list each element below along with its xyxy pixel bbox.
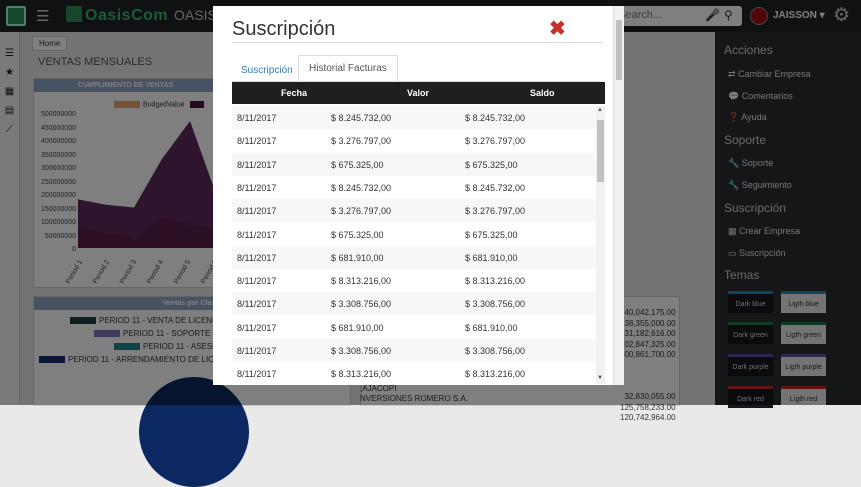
table-row[interactable]: 8/11/2017 $ 681.910,00 $ 681.910,00 (232, 315, 596, 339)
cell-fecha: 8/11/2017 (237, 322, 277, 333)
cell-valor: $ 8.313.216,00 (331, 276, 392, 287)
divider (232, 42, 603, 43)
table-header: Fecha Valor Saldo (232, 82, 605, 104)
invoice-table-body: 8/11/2017 $ 8.313.216,00 $ 8.313.216,00 8/1… (232, 106, 605, 384)
cell-saldo: $ 8.313.216,00 (465, 369, 526, 380)
cell-valor: $ 8.313.216,00 (331, 369, 392, 380)
table-row[interactable]: 8/11/2017 $ 3.276.797,00 $ 3.276.797,00 (232, 199, 596, 223)
subscription-modal: Suscripción ✖ Suscripción Historial Fact… (213, 6, 624, 385)
modal-scrollbar[interactable] (613, 6, 624, 385)
table-row[interactable]: 8/11/2017 $ 8.245.732,00 $ 8.245.732,00 (232, 106, 596, 129)
cell-saldo: $ 8.245.732,00 (465, 113, 526, 123)
cell-fecha: 8/11/2017 (237, 299, 277, 310)
cell-fecha: 8/11/2017 (237, 182, 277, 193)
table-row[interactable]: 8/11/2017 $ 8.313.216,00 $ 8.313.216,00 (232, 362, 596, 384)
cell-valor: $ 675.325,00 (331, 229, 384, 240)
list-value: 120,742,964.00 (620, 413, 676, 422)
cell-valor: $ 3.276.797,00 (331, 206, 392, 217)
scroll-up-icon[interactable]: ▲ (597, 107, 603, 113)
close-icon[interactable]: ✖ (549, 16, 566, 41)
table-row[interactable]: 8/11/2017 $ 675.325,00 $ 675.325,00 (232, 222, 596, 246)
column-header-fecha: Fecha (281, 88, 308, 98)
cell-fecha: 8/11/2017 (237, 159, 277, 170)
table-row[interactable]: 8/11/2017 $ 8.245.732,00 $ 8.245.732,00 (232, 175, 596, 199)
cell-fecha: 8/11/2017 (237, 346, 277, 356)
column-header-saldo: Saldo (530, 88, 555, 98)
cell-valor: $ 3.308.756,00 (331, 346, 392, 356)
table-scrollbar-thumb[interactable] (597, 120, 604, 182)
cell-saldo: $ 3.308.756,00 (465, 299, 526, 310)
modal-scrollbar-thumb[interactable] (616, 20, 622, 80)
cell-saldo: $ 3.276.797,00 (465, 206, 526, 217)
cell-saldo: $ 675.325,00 (465, 159, 518, 170)
cell-fecha: 8/11/2017 (237, 252, 277, 263)
cell-saldo: $ 681.910,00 (465, 322, 518, 333)
table-row[interactable]: 8/11/2017 $ 675.325,00 $ 675.325,00 (232, 152, 596, 176)
cell-saldo: $ 8.313.216,00 (465, 276, 526, 287)
cell-fecha: 8/11/2017 (237, 369, 277, 380)
cell-valor: $ 8.245.732,00 (331, 182, 392, 193)
cell-valor: $ 675.325,00 (331, 159, 384, 170)
cell-fecha: 8/11/2017 (237, 276, 277, 287)
cell-saldo: $ 675.325,00 (465, 229, 518, 240)
cell-fecha: 8/11/2017 (237, 229, 277, 240)
cell-valor: $ 3.276.797,00 (331, 136, 392, 147)
table-row[interactable]: 8/11/2017 $ 681.910,00 $ 681.910,00 (232, 245, 596, 269)
cell-saldo: $ 3.308.756,00 (465, 346, 526, 356)
table-scrollbar[interactable]: ▲ ▼ (596, 106, 605, 384)
cell-fecha: 8/11/2017 (237, 113, 277, 123)
cell-fecha: 8/11/2017 (237, 206, 277, 217)
cell-saldo: $ 681.910,00 (465, 252, 518, 263)
tab-historial-facturas[interactable]: Historial Facturas (298, 55, 398, 81)
cell-fecha: 8/11/2017 (237, 136, 277, 147)
cell-saldo: $ 3.276.797,00 (465, 136, 526, 147)
cell-valor: $ 681.910,00 (331, 322, 384, 333)
cell-valor: $ 3.308.756,00 (331, 299, 392, 310)
modal-title: Suscripción (232, 18, 336, 40)
cell-saldo: $ 8.245.732,00 (465, 182, 526, 193)
scroll-down-icon[interactable]: ▼ (597, 375, 603, 381)
table-row[interactable]: 8/11/2017 $ 3.308.756,00 $ 3.308.756,00 (232, 292, 596, 316)
cell-valor: $ 8.245.732,00 (331, 113, 392, 123)
table-row[interactable]: 8/11/2017 $ 3.276.797,00 $ 3.276.797,00 (232, 129, 596, 153)
cell-valor: $ 681.910,00 (331, 252, 384, 263)
table-row[interactable]: 8/11/2017 $ 3.308.756,00 $ 3.308.756,00 (232, 339, 596, 362)
table-row[interactable]: 8/11/2017 $ 8.313.216,00 $ 8.313.216,00 (232, 269, 596, 293)
column-header-valor: Valor (407, 88, 430, 98)
